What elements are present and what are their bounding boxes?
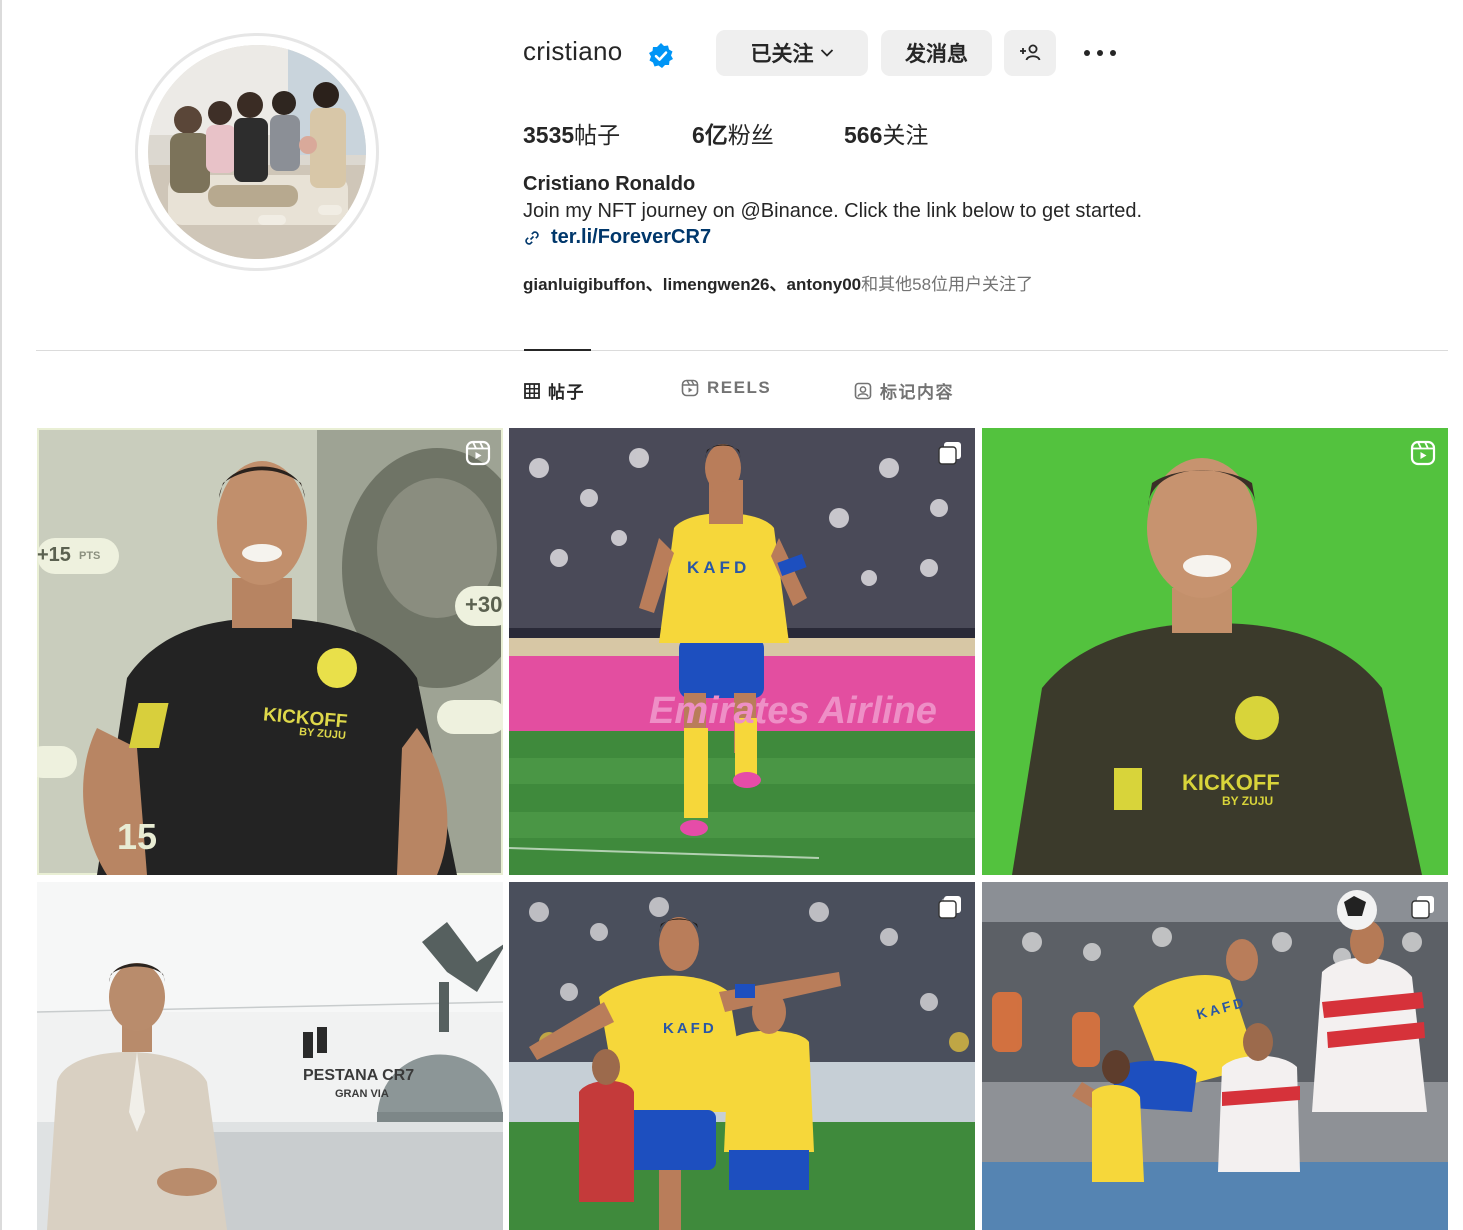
reels-icon [681,379,699,397]
message-button-label: 发消息 [905,43,968,66]
following-count[interactable]: 566关注 [844,116,928,150]
more-options-button[interactable] [1080,40,1120,66]
shirt-brand-text: KICKOFF [1182,770,1280,795]
add-user-icon [1020,44,1041,61]
post-image [37,428,503,875]
sign-text: PESTANA CR7 [303,1067,415,1084]
tab-posts[interactable]: 帖子 [524,378,585,403]
profile-bio: Join my NFT journey on @Binance. Click t… [523,200,1143,222]
profile-full-name: Cristiano Ronaldo [523,173,696,195]
link-icon [525,230,539,245]
pts-badge-text: +15 [37,544,71,566]
carousel-badge-icon [1411,896,1434,919]
post-tile[interactable]: KAFD Emirates Airline [509,428,975,875]
post-image [509,428,975,875]
posts-count: 3535帖子 [523,116,620,150]
followers-count-label: 粉丝 [727,122,774,148]
followers-count[interactable]: 6亿粉丝 [692,116,774,150]
sign-sub-text: GRAN VIA [335,1088,389,1100]
message-button[interactable]: 发消息 [881,30,992,76]
grid-icon [524,382,540,399]
following-count-label: 关注 [882,122,929,148]
tab-posts-label: 帖子 [548,383,585,402]
post-image [37,882,503,1230]
post-tile[interactable]: PESTANA CR7 GRAN VIA [37,882,503,1230]
more-dot-icon [1110,50,1116,56]
post-image [982,882,1448,1230]
post-tile[interactable]: +15 PTS +30 KICKOFF BY ZUJU 15 [37,428,503,875]
reel-badge-icon [1410,440,1436,466]
chevron-down-icon [820,49,833,57]
carousel-badge-icon [938,442,961,465]
post-image [509,882,975,1230]
post-tile[interactable]: KICKOFF BY ZUJU [982,428,1448,875]
followers-count-number: 6亿 [692,122,728,148]
pts-badge-text: +30 [465,592,503,617]
following-button-label: 已关注 [750,43,814,66]
tab-tagged[interactable]: 标记内容 [854,378,954,403]
more-dot-icon [1097,50,1103,56]
reel-badge-icon [465,440,491,466]
tabs-divider [36,350,1448,351]
jersey-text: KAFD [663,1020,717,1037]
followed-by-users: gianluigibuffon、limengwen26、antony00 [523,275,862,294]
tab-reels[interactable]: REELS [681,378,771,398]
active-tab-indicator [524,349,591,351]
jersey-text: KAFD [687,558,751,577]
shirt-brand-sub-text: BY ZUJU [1222,794,1274,808]
post-image [982,428,1448,875]
posts-count-label: 帖子 [574,122,621,148]
followed-by-text[interactable]: gianluigibuffon、limengwen26、antony00和其他5… [523,270,1033,295]
bio-link[interactable]: ter.li/ForeverCR7 [523,226,711,249]
post-tile[interactable]: KAFD [982,882,1448,1230]
more-dot-icon [1084,50,1090,56]
following-count-number: 566 [844,122,883,148]
avatar-photo [148,45,366,259]
carousel-badge-icon [938,896,961,919]
posts-count-number: 3535 [523,122,575,148]
tagged-icon [854,382,872,399]
post-tile[interactable]: KAFD [509,882,975,1230]
profile-avatar[interactable] [135,33,379,271]
banner-text: Emirates Airline [649,690,937,732]
followed-by-suffix: 和其他58位用户关注了 [861,275,1034,294]
following-button[interactable]: 已关注 [716,30,868,76]
profile-username: cristiano [523,36,623,66]
verified-badge-icon [649,43,673,68]
tab-tagged-label: 标记内容 [880,383,954,402]
big-number-text: 15 [117,816,158,857]
suggested-users-button[interactable] [1004,30,1056,76]
pts-badge-label: PTS [79,550,101,562]
tab-reels-label: REELS [707,378,772,397]
profile-page: cristiano 已关注 发消息 3535帖子 6亿粉丝 566关注 Cris… [0,0,1463,1230]
bio-link-text: ter.li/ForeverCR7 [551,226,712,248]
